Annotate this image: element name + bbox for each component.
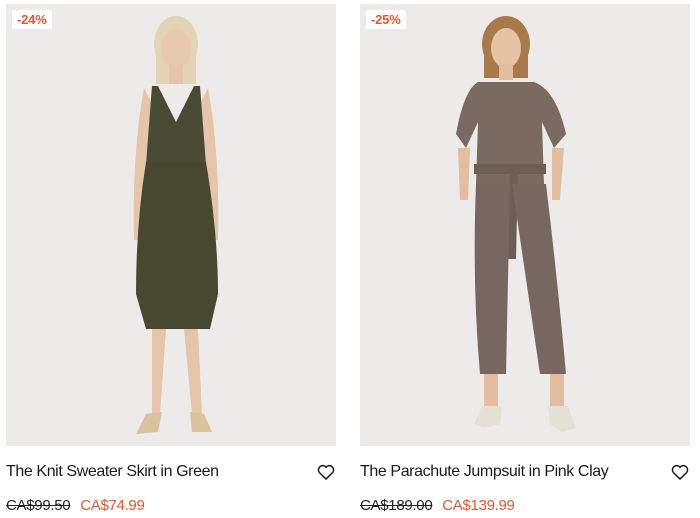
- product-info: The Knit Sweater Skirt in Green CA$99.50…: [6, 446, 336, 516]
- product-image[interactable]: -24%: [6, 4, 336, 446]
- original-price: CA$189.00: [360, 497, 433, 514]
- model-photo-illustration: [456, 16, 576, 432]
- original-price: CA$99.50: [6, 497, 71, 514]
- model-photo-illustration: [133, 16, 219, 434]
- sale-price: CA$74.99: [80, 497, 145, 514]
- product-title[interactable]: The Parachute Jumpsuit in Pink Clay: [360, 463, 609, 481]
- price-row: CA$99.50 CA$74.99: [6, 497, 145, 514]
- heart-outline-icon[interactable]: [316, 462, 336, 482]
- price-row: CA$189.00 CA$139.99: [360, 497, 515, 514]
- product-title[interactable]: The Knit Sweater Skirt in Green: [6, 463, 219, 481]
- product-card[interactable]: -24% The Knit Sweater Skirt in Green CA$…: [6, 4, 336, 516]
- discount-badge: -24%: [12, 10, 52, 29]
- sale-price: CA$139.99: [442, 497, 515, 514]
- product-info: The Parachute Jumpsuit in Pink Clay CA$1…: [360, 446, 690, 516]
- heart-outline-icon[interactable]: [670, 462, 690, 482]
- discount-badge: -25%: [366, 10, 406, 29]
- product-image[interactable]: -25%: [360, 4, 690, 446]
- product-card[interactable]: -25% The Parachute Jumpsuit in Pink Clay…: [360, 4, 690, 516]
